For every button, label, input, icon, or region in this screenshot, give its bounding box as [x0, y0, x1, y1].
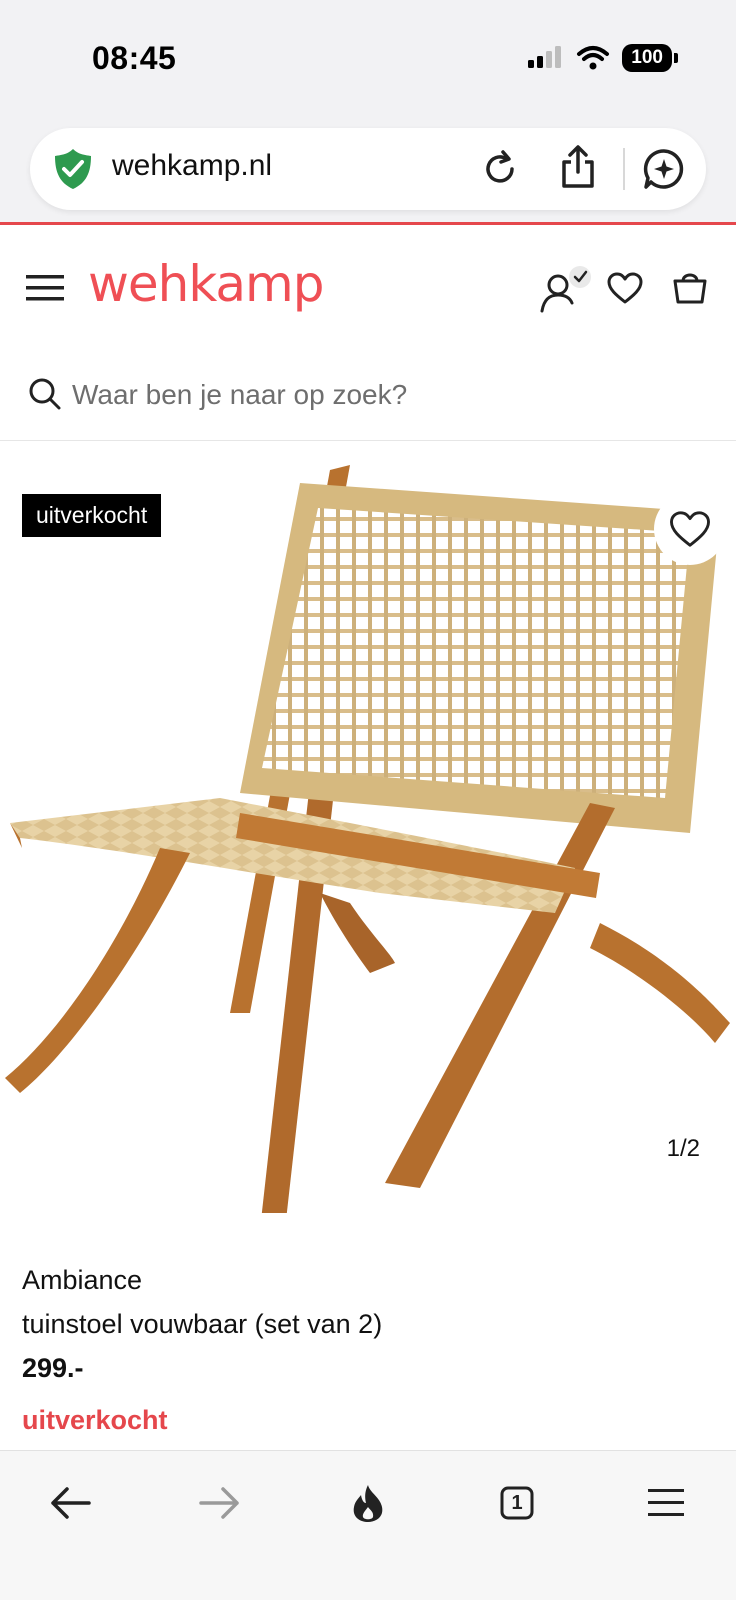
site-logo[interactable]: wehkamp	[88, 255, 325, 313]
back-arrow-icon	[51, 1487, 91, 1519]
status-time: 08:45	[92, 40, 177, 76]
address-bar[interactable]: wehkamp.nl	[30, 128, 706, 210]
tabs-button[interactable]: 1	[487, 1477, 547, 1529]
stock-status: uitverkocht	[22, 1405, 168, 1435]
share-icon[interactable]	[558, 144, 598, 192]
ai-chat-icon[interactable]	[642, 147, 686, 191]
battery-indicator: 100	[622, 44, 678, 72]
cellular-signal-icon	[528, 46, 562, 68]
web-page: wehkamp Waar ben je naar op zoek? uitver…	[0, 225, 736, 1450]
browser-menu-button[interactable]	[636, 1477, 696, 1529]
reload-icon[interactable]	[478, 147, 522, 191]
shield-check-icon	[55, 149, 91, 189]
browser-toolbar: 1	[0, 1450, 736, 1600]
product-price: 299.-	[22, 1353, 84, 1383]
site-header: wehkamp	[0, 225, 736, 335]
back-button[interactable]	[40, 1477, 100, 1529]
wishlist-heart-icon[interactable]	[606, 271, 644, 305]
favorite-button[interactable]	[654, 493, 726, 565]
private-mode-button[interactable]	[338, 1477, 398, 1529]
shopping-bag-icon[interactable]	[670, 269, 710, 305]
hamburger-menu-icon[interactable]	[26, 275, 64, 301]
flame-icon	[353, 1485, 383, 1522]
sold-out-badge: uitverkocht	[22, 494, 162, 537]
url-text[interactable]: wehkamp.nl	[112, 149, 272, 183]
chair-photo	[5, 465, 730, 1213]
status-bar: 08:45 100	[0, 0, 736, 110]
product-brand[interactable]: Ambiance	[22, 1265, 142, 1296]
wifi-icon	[577, 46, 610, 70]
search-bar[interactable]	[0, 365, 736, 441]
forward-arrow-icon	[199, 1487, 239, 1519]
forward-button[interactable]	[190, 1477, 250, 1529]
address-bar-divider	[623, 148, 625, 190]
search-input[interactable]	[72, 373, 692, 417]
menu-icon	[648, 1489, 684, 1516]
heart-icon	[670, 511, 710, 547]
product-name[interactable]: tuinstoel vouwbaar (set van 2)	[22, 1309, 382, 1340]
account-icon[interactable]	[538, 265, 594, 315]
tab-count: 1	[511, 1491, 523, 1514]
status-icons: 100	[528, 44, 678, 72]
image-pager: 1/2	[666, 1135, 700, 1162]
search-icon	[29, 378, 61, 410]
